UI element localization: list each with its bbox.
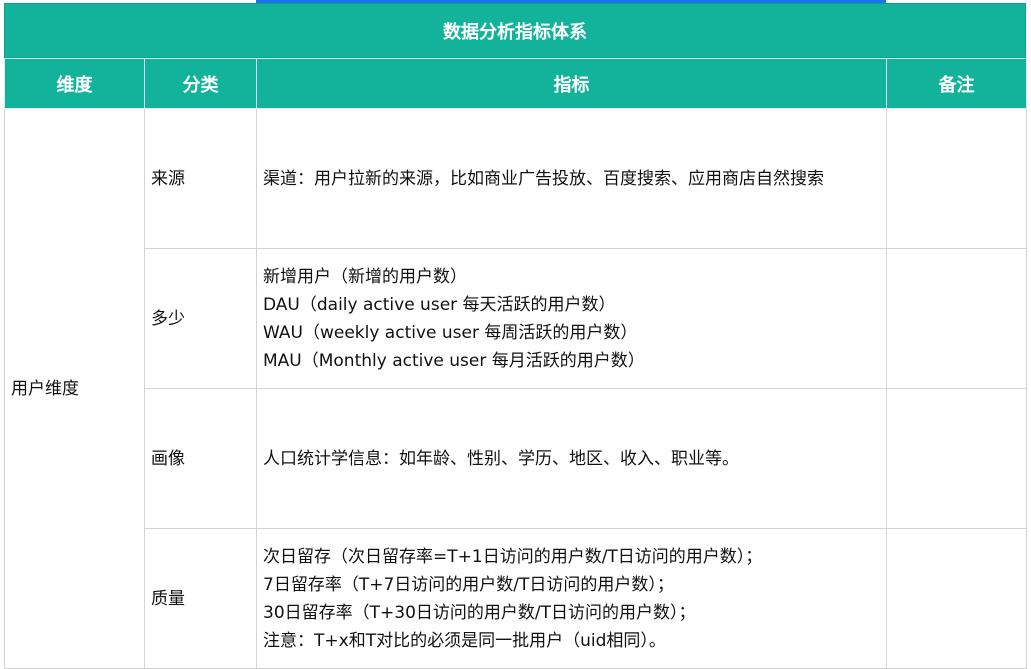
category-cell[interactable]: 质量: [144, 528, 257, 669]
header-metric[interactable]: 指标: [256, 58, 887, 109]
metric-cell[interactable]: 渠道：用户拉新的来源，比如商业广告投放、百度搜索、应用商店自然搜索: [256, 108, 887, 249]
header-dimension[interactable]: 维度: [4, 58, 145, 109]
note-cell[interactable]: [886, 248, 1027, 389]
metrics-table: 维度 分类 指标 备注 用户维度 来源 渠道：用户拉新的来源，比如商业广告投放、…: [4, 58, 1027, 669]
table-row: 画像 人口统计学信息：如年龄、性别、学历、地区、收入、职业等。: [5, 388, 1027, 529]
category-cell[interactable]: 多少: [144, 248, 257, 389]
table-title-cell[interactable]: 数据分析指标体系: [4, 3, 1026, 58]
metric-text: 注意：T+x和T对比的必须是同一批用户（uid相同）。: [263, 630, 666, 651]
metric-text: WAU（weekly active user 每周活跃的用户数）: [263, 322, 638, 343]
header-category[interactable]: 分类: [144, 58, 257, 109]
metric-text: DAU（daily active user 每天活跃的用户数）: [263, 294, 616, 315]
table-row: 质量 次日留存（次日留存率=T+1日访问的用户数/T日访问的用户数）； 7日留存…: [5, 528, 1027, 669]
metric-cell[interactable]: 人口统计学信息：如年龄、性别、学历、地区、收入、职业等。: [256, 388, 887, 529]
category-cell[interactable]: 来源: [144, 108, 257, 249]
metric-cell[interactable]: 新增用户（新增的用户数） DAU（daily active user 每天活跃的…: [256, 248, 887, 389]
category-cell[interactable]: 画像: [144, 388, 257, 529]
metric-text: 30日留存率（T+30日访问的用户数/T日访问的用户数）；: [263, 602, 696, 623]
note-cell[interactable]: [886, 528, 1027, 669]
header-note[interactable]: 备注: [886, 58, 1027, 109]
metric-text: 7日留存率（T+7日访问的用户数/T日访问的用户数）；: [263, 574, 674, 595]
table-title: 数据分析指标体系: [443, 21, 587, 43]
table-row: 多少 新增用户（新增的用户数） DAU（daily active user 每天…: [5, 248, 1027, 389]
metric-text: 新增用户（新增的用户数）: [263, 266, 467, 287]
note-cell[interactable]: [886, 388, 1027, 529]
spreadsheet-sheet[interactable]: 数据分析指标体系 维度 分类 指标 备注 用户维度 来源 渠道：用户拉新的来源，…: [0, 0, 1031, 669]
metric-text: MAU（Monthly active user 每月活跃的用户数）: [263, 350, 645, 371]
table-row: 用户维度 来源 渠道：用户拉新的来源，比如商业广告投放、百度搜索、应用商店自然搜…: [4, 108, 1027, 669]
dimension-cell[interactable]: 用户维度: [4, 108, 145, 669]
metric-cell[interactable]: 次日留存（次日留存率=T+1日访问的用户数/T日访问的用户数）； 7日留存率（T…: [256, 528, 887, 669]
note-cell[interactable]: [886, 108, 1027, 249]
metric-text: 渠道：用户拉新的来源，比如商业广告投放、百度搜索、应用商店自然搜索: [263, 168, 824, 189]
metric-text: 人口统计学信息：如年龄、性别、学历、地区、收入、职业等。: [263, 448, 739, 469]
header-row: 维度 分类 指标 备注: [4, 58, 1027, 109]
metric-text: 次日留存（次日留存率=T+1日访问的用户数/T日访问的用户数）；: [263, 546, 763, 567]
